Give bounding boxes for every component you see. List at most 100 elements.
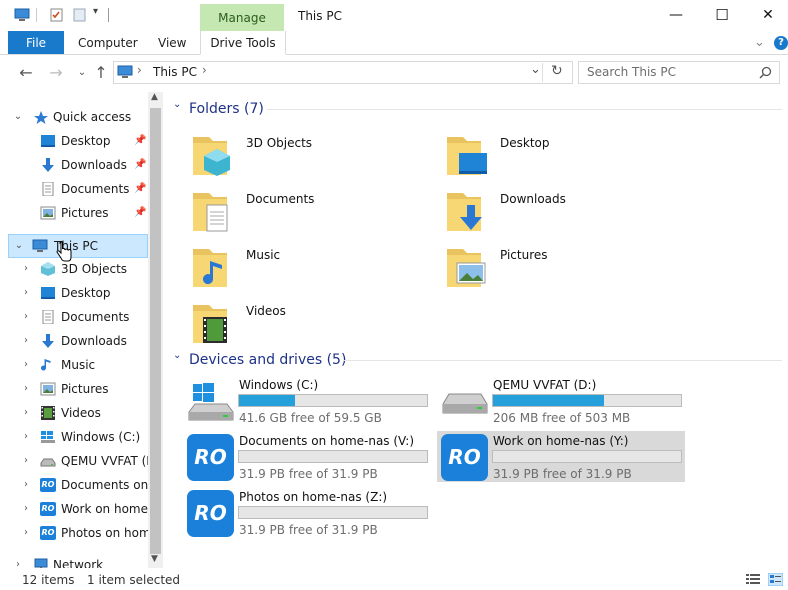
tab-drive-tools[interactable]: Drive Tools xyxy=(200,31,286,55)
breadcrumb-this-pc[interactable]: This PC xyxy=(153,65,197,79)
computer-icon xyxy=(117,65,133,78)
nav-item-network[interactable]: › Network xyxy=(0,554,148,568)
chevron-right-icon[interactable]: › xyxy=(20,402,32,424)
folder-music[interactable]: Music xyxy=(191,241,441,293)
pin-icon[interactable]: 📌 xyxy=(134,178,146,200)
chevron-right-icon[interactable]: › xyxy=(20,426,32,448)
details-view-icon[interactable] xyxy=(746,574,760,585)
pin-icon[interactable]: 📌 xyxy=(134,154,146,176)
forward-icon[interactable]: → xyxy=(46,64,66,82)
tiles-view-icon[interactable] xyxy=(768,573,783,586)
nav-item-documents-nas-v[interactable]: › RO Documents on home-nas (V:) xyxy=(0,474,148,496)
close-button[interactable]: ✕ xyxy=(745,0,788,31)
window-title: This PC xyxy=(298,9,342,23)
scroll-thumb[interactable] xyxy=(150,108,161,554)
title-bar: ▾ Manage This PC — ☐ ✕ xyxy=(0,0,788,31)
computer-icon[interactable] xyxy=(14,8,30,22)
address-dropdown-icon[interactable]: ⌄ xyxy=(530,62,541,77)
chevron-right-icon[interactable]: › xyxy=(20,522,32,544)
nav-item-videos[interactable]: › Videos xyxy=(0,402,148,424)
pin-icon[interactable]: 📌 xyxy=(134,202,146,224)
folder-pictures[interactable]: Pictures xyxy=(445,241,695,293)
chevron-right-icon[interactable]: › xyxy=(12,554,24,568)
chevron-right-icon[interactable]: › xyxy=(20,354,32,376)
divider xyxy=(267,109,782,110)
chevron-right-icon[interactable]: › xyxy=(20,258,32,280)
breadcrumb-separator[interactable]: › xyxy=(137,63,142,77)
nav-item-quick-pictures[interactable]: Pictures 📌 xyxy=(0,202,148,224)
chevron-right-icon[interactable]: › xyxy=(20,498,32,520)
search-input[interactable]: Search This PC xyxy=(578,61,780,84)
folders-group-header[interactable]: Folders (7) xyxy=(189,99,264,119)
drive-free-space: 31.9 PB free of 31.9 PB xyxy=(493,467,632,481)
drive-windows-c[interactable]: Windows (C:) 41.6 GB free of 59.5 GB xyxy=(187,376,437,428)
chevron-down-icon[interactable]: ⌄ xyxy=(173,350,181,361)
nav-item-desktop[interactable]: › Desktop xyxy=(0,282,148,304)
nav-item-label: Pictures xyxy=(61,382,109,396)
quick-access-dropdown-icon[interactable]: ▾ xyxy=(93,6,98,17)
chevron-down-icon[interactable]: ⌄ xyxy=(13,235,25,257)
nav-item-windows-c[interactable]: › Windows (C:) xyxy=(0,426,148,448)
search-icon[interactable] xyxy=(759,66,772,79)
nav-item-photos-nas-z[interactable]: › RO Photos on home-nas (Z:) xyxy=(0,522,148,544)
nav-item-work-nas-y[interactable]: › RO Work on home-nas (Y:) xyxy=(0,498,148,520)
back-icon[interactable]: ← xyxy=(16,64,36,82)
nav-item-quick-documents[interactable]: Documents 📌 xyxy=(0,178,148,200)
tab-view[interactable]: View xyxy=(158,31,186,54)
chevron-right-icon[interactable]: › xyxy=(20,474,32,496)
tab-manage[interactable]: Manage xyxy=(200,4,284,31)
nas-drive-icon: RO xyxy=(187,490,234,537)
nav-item-documents[interactable]: › Documents xyxy=(0,306,148,328)
breadcrumb-separator[interactable]: › xyxy=(202,63,207,77)
ribbon-expand-icon[interactable]: ⌄ xyxy=(754,31,765,54)
folder-desktop[interactable]: Desktop xyxy=(445,129,695,181)
chevron-down-icon[interactable]: ⌄ xyxy=(12,106,24,128)
pin-icon[interactable]: 📌 xyxy=(134,130,146,152)
tab-computer[interactable]: Computer xyxy=(78,31,138,54)
folder-downloads[interactable]: Downloads xyxy=(445,185,695,237)
scroll-down-icon[interactable]: ▼ xyxy=(151,554,158,564)
drive-photos-nas-z[interactable]: RO Photos on home-nas (Z:) 31.9 PB free … xyxy=(187,488,437,540)
chevron-right-icon[interactable]: › xyxy=(20,450,32,472)
nav-item-pictures[interactable]: › Pictures xyxy=(0,378,148,400)
address-bar[interactable]: › This PC › ⌄ ↻ xyxy=(113,61,573,84)
scroll-up-icon[interactable]: ▲ xyxy=(151,92,158,102)
nav-item-quick-desktop[interactable]: Desktop 📌 xyxy=(0,130,148,152)
chevron-down-icon[interactable]: ⌄ xyxy=(173,99,181,110)
nav-item-label: Network xyxy=(53,558,104,568)
nav-item-quick-access[interactable]: ⌄ Quick access xyxy=(0,106,148,128)
new-folder-icon[interactable] xyxy=(72,8,88,22)
address-row: ← → ⌄ ↑ › This PC › ⌄ ↻ Search This PC xyxy=(0,55,788,91)
nav-item-qemu-d[interactable]: › QEMU VVFAT (D:) xyxy=(0,450,148,472)
minimize-button[interactable]: — xyxy=(653,0,699,31)
content-pane[interactable]: ⌄ Folders (7) 3D Objects Desktop Documen… xyxy=(163,92,788,568)
navigation-pane[interactable]: ⌄ Quick access Desktop 📌 Downloads 📌 Doc… xyxy=(0,92,163,568)
help-icon[interactable]: ? xyxy=(774,36,788,50)
chevron-right-icon[interactable]: › xyxy=(20,282,32,304)
folder-3d-objects[interactable]: 3D Objects xyxy=(191,129,441,181)
tab-file[interactable]: File xyxy=(8,31,64,54)
folder-videos[interactable]: Videos xyxy=(191,297,441,349)
chevron-right-icon[interactable]: › xyxy=(20,330,32,352)
chevron-right-icon[interactable]: › xyxy=(20,378,32,400)
nav-item-3d-objects[interactable]: › 3D Objects xyxy=(0,258,148,280)
maximize-button[interactable]: ☐ xyxy=(699,0,745,31)
recent-locations-icon[interactable]: ⌄ xyxy=(72,64,92,82)
up-icon[interactable]: ↑ xyxy=(91,64,111,82)
nav-item-music[interactable]: › Music xyxy=(0,354,148,376)
properties-icon[interactable] xyxy=(49,8,65,22)
folder-documents[interactable]: Documents xyxy=(191,185,441,237)
chevron-right-icon[interactable]: › xyxy=(20,306,32,328)
nav-item-quick-downloads[interactable]: Downloads 📌 xyxy=(0,154,148,176)
drive-qemu-d[interactable]: QEMU VVFAT (D:) 206 MB free of 503 MB xyxy=(441,376,691,428)
drive-work-nas-y[interactable]: RO Work on home-nas (Y:) 31.9 PB free of… xyxy=(437,431,685,482)
search-placeholder: Search This PC xyxy=(587,65,676,79)
nav-item-label: Desktop xyxy=(61,134,111,148)
nav-item-downloads[interactable]: › Downloads xyxy=(0,330,148,352)
nav-item-this-pc[interactable]: ⌄ This PC xyxy=(8,234,148,258)
nav-scrollbar[interactable]: ▲ ▼ xyxy=(148,92,163,568)
drive-documents-nas-v[interactable]: RO Documents on home-nas (V:) 31.9 PB fr… xyxy=(187,432,437,484)
drives-group-header[interactable]: Devices and drives (5) xyxy=(189,350,346,370)
refresh-icon[interactable]: ↻ xyxy=(551,63,563,79)
videos-folder-icon xyxy=(193,305,227,343)
